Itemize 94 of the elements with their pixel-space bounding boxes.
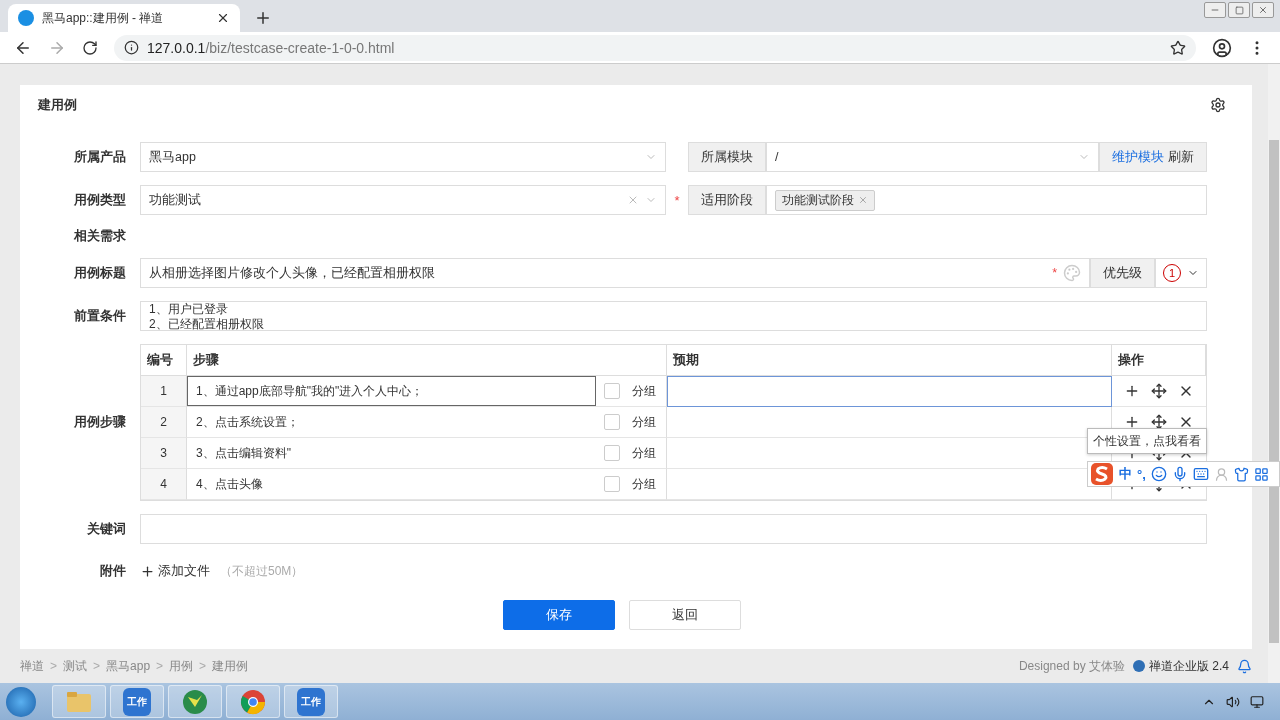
info-icon[interactable]: [124, 40, 139, 55]
ime-punctuation[interactable]: °,: [1137, 466, 1146, 482]
start-button[interactable]: [6, 686, 36, 717]
field-label: 相关需求: [73, 228, 127, 245]
field-label: 用例类型: [73, 191, 127, 209]
network-icon[interactable]: [1250, 694, 1264, 709]
ime-logo-icon[interactable]: [1090, 462, 1114, 486]
version-text: 禅道企业版 2.4: [1149, 657, 1229, 675]
browser-tab[interactable]: 黑马app::建用例 - 禅道: [8, 4, 240, 32]
reload-icon[interactable]: [82, 39, 98, 56]
bookmark-star-icon[interactable]: [1170, 39, 1186, 56]
expected-field[interactable]: [667, 376, 1112, 407]
refresh-link[interactable]: 刷新: [1168, 148, 1194, 166]
precondition-field[interactable]: 1、用户已登录 2、已经配置相册权限: [140, 301, 1207, 331]
group-checkbox[interactable]: [604, 414, 620, 430]
settings-icon[interactable]: [1210, 97, 1226, 113]
site-icon: [18, 10, 34, 26]
breadcrumb-separator: >: [93, 659, 101, 673]
browser-icon: [240, 688, 266, 715]
save-button[interactable]: 保存: [503, 600, 615, 630]
minimize-button[interactable]: [1204, 2, 1226, 18]
taskbar-item[interactable]: [168, 685, 222, 718]
field-label: 所属模块: [688, 142, 766, 172]
volume-icon[interactable]: [1226, 694, 1240, 709]
step-field[interactable]: 1、通过app底部导航"我的"进入个人中心；: [187, 376, 596, 406]
emoji-icon[interactable]: [1150, 466, 1167, 482]
bell-icon[interactable]: [1237, 658, 1252, 674]
column-header: 预期: [667, 345, 1112, 376]
field-label: 前置条件: [73, 307, 127, 325]
field-label: 所属产品: [73, 148, 127, 166]
stage-tag: 功能测试阶段: [775, 189, 875, 211]
folder-icon: [66, 690, 92, 713]
group-checkbox[interactable]: [604, 476, 620, 492]
close-button[interactable]: [1252, 2, 1274, 18]
module-select[interactable]: /: [766, 142, 1099, 172]
field-label: 适用阶段: [688, 185, 766, 215]
priority-select[interactable]: 1: [1155, 258, 1207, 288]
type-select[interactable]: 功能测试: [140, 185, 666, 215]
taskbar-item[interactable]: [226, 685, 280, 718]
field-label: 用例标题: [73, 264, 127, 282]
logo-icon: [1133, 660, 1145, 672]
tooltip: 个性设置，点我看看: [1087, 428, 1207, 454]
skin-icon[interactable]: [1233, 466, 1249, 482]
checkbox-label: 分组: [632, 444, 656, 462]
grid-icon[interactable]: [1253, 466, 1269, 482]
field-label: 关键词: [86, 520, 127, 538]
field-label: 优先级: [1090, 258, 1155, 288]
restore-icon: [1234, 5, 1244, 15]
move-icon[interactable]: [1151, 383, 1167, 399]
group-checkbox[interactable]: [604, 383, 620, 399]
checkbox-label: 分组: [632, 413, 656, 431]
breadcrumb-separator: >: [50, 659, 57, 673]
group-checkbox[interactable]: [604, 445, 620, 461]
plus-icon: [140, 563, 155, 579]
table-cell: 3: [141, 438, 187, 469]
close-icon[interactable]: [216, 11, 230, 25]
size-hint: （不超过50M）: [220, 562, 304, 580]
required-mark: *: [673, 192, 681, 208]
scrollbar[interactable]: [1268, 64, 1280, 683]
close-icon: [1258, 5, 1268, 15]
keywords-field[interactable]: [140, 514, 1207, 544]
stage-select[interactable]: 功能测试阶段: [766, 185, 1207, 215]
restore-button[interactable]: [1228, 2, 1250, 18]
tab-title: 黑马app::建用例 - 禅道: [42, 9, 165, 27]
breadcrumb-separator: >: [199, 659, 207, 673]
app-icon: 工作: [123, 687, 151, 716]
add-file-button[interactable]: 添加文件: [140, 562, 210, 580]
breadcrumb-separator: >: [156, 659, 164, 673]
column-header: 编号: [141, 345, 187, 376]
checkbox-label: 分组: [632, 382, 656, 400]
checkbox-label: 分组: [632, 475, 656, 493]
move-icon[interactable]: [1151, 414, 1167, 430]
required-mark: *: [1052, 266, 1057, 280]
title-field[interactable]: 从相册选择图片修改个人头像，已经配置相册权限 *: [140, 258, 1090, 288]
column-header: 操作: [1112, 345, 1206, 376]
profile-icon[interactable]: [1212, 37, 1232, 58]
field-label: 用例步骤: [73, 414, 127, 431]
keyboard-icon[interactable]: [1192, 466, 1209, 482]
page-title: 建用例: [38, 96, 77, 114]
field-label: 附件: [99, 562, 127, 580]
back-button[interactable]: 返回: [629, 600, 741, 630]
ime-mode[interactable]: 中: [1119, 465, 1132, 483]
table-cell: 4: [141, 469, 187, 500]
maintain-link[interactable]: 维护模块: [1112, 148, 1164, 166]
address-field[interactable]: 127.0.0.1/biz/testcase-create-1-0-0.html: [114, 34, 1196, 61]
column-header: 步骤: [187, 345, 667, 376]
taskbar-item[interactable]: 工作: [110, 685, 164, 718]
credit-text: Designed by 艾体验: [1018, 657, 1125, 675]
product-select[interactable]: 黑马app: [140, 142, 666, 172]
table-cell: 2: [141, 407, 187, 438]
taskbar-item[interactable]: 工作: [284, 685, 338, 718]
new-tab-icon[interactable]: [254, 9, 272, 27]
table-cell: 1: [141, 376, 187, 407]
app-icon: 工作: [297, 687, 325, 716]
